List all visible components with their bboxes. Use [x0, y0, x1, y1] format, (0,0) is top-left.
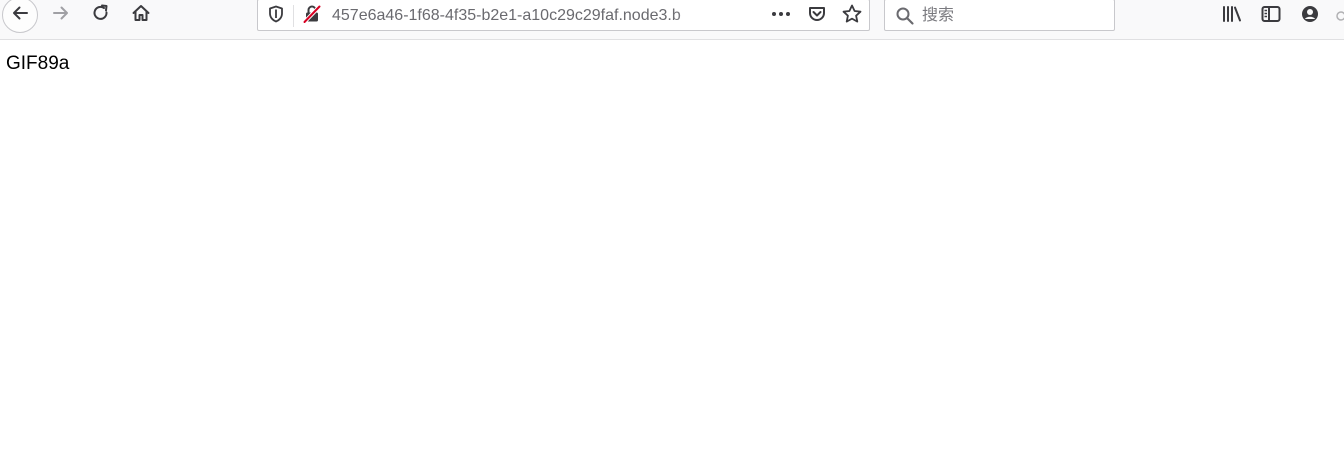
browser-toolbar: 457e6a46-1f68-4f35-b2e1-a10c29c29faf.nod…: [0, 0, 1344, 40]
pocket-button[interactable]: [805, 4, 829, 28]
url-separator: [293, 5, 294, 27]
library-icon: [1221, 4, 1243, 29]
sidebars-button[interactable]: [1257, 2, 1285, 30]
account-icon: [1300, 4, 1320, 29]
more-horizontal-icon: [770, 4, 792, 29]
url-bar[interactable]: 457e6a46-1f68-4f35-b2e1-a10c29c29faf.nod…: [257, 0, 870, 31]
sidebar-icon: [1260, 4, 1282, 29]
search-bar[interactable]: 搜索: [884, 0, 1115, 31]
forward-button[interactable]: [43, 0, 79, 30]
reload-icon: [91, 3, 111, 28]
forward-arrow-icon: [51, 3, 71, 28]
search-icon: [894, 5, 916, 27]
account-button[interactable]: [1296, 2, 1324, 30]
page-actions-button[interactable]: [769, 4, 793, 28]
bookmark-button[interactable]: [840, 4, 864, 28]
insecure-lock-icon: [302, 4, 322, 29]
home-button[interactable]: [123, 0, 159, 30]
overflow-icon: [1330, 4, 1344, 29]
star-icon: [841, 3, 863, 30]
pocket-icon: [807, 4, 827, 29]
search-placeholder[interactable]: 搜索: [922, 5, 954, 27]
back-button[interactable]: [2, 0, 38, 33]
site-identity-button[interactable]: [300, 4, 324, 28]
overflow-menu-button[interactable]: [1330, 2, 1344, 30]
url-text[interactable]: 457e6a46-1f68-4f35-b2e1-a10c29c29faf.nod…: [332, 5, 732, 27]
page-body-text: GIF89a: [6, 53, 70, 74]
reload-button[interactable]: [83, 0, 119, 30]
shield-icon: [267, 5, 285, 28]
home-icon: [131, 3, 151, 28]
tracking-protection-button[interactable]: [264, 4, 288, 28]
library-button[interactable]: [1218, 2, 1246, 30]
back-arrow-icon: [10, 3, 30, 28]
